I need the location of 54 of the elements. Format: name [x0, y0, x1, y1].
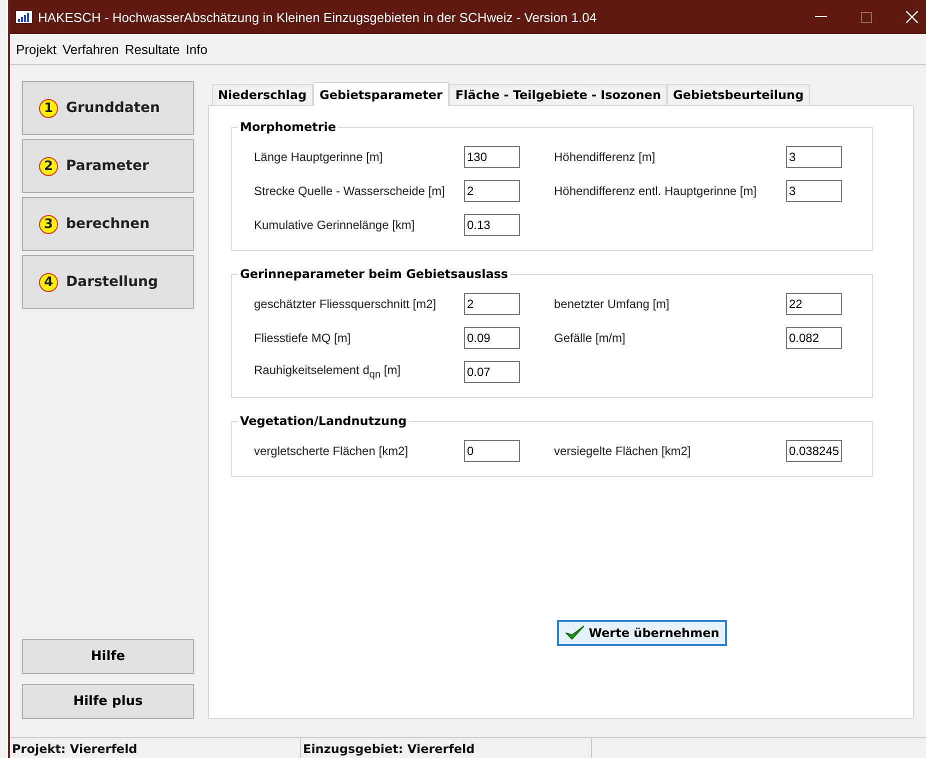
help-button[interactable]: Hilfe plus	[22, 684, 194, 719]
field-label: Höhendifferenz entl. Hauptgerinne [m]	[554, 184, 758, 198]
menu-item[interactable]: Info	[186, 42, 208, 56]
group-title: Morphometrie	[239, 120, 338, 134]
step-button[interactable]: 3 berechnen	[22, 197, 194, 251]
step-number-badge: 2	[39, 156, 58, 176]
input-field[interactable]: 3	[786, 146, 842, 168]
input-field[interactable]: 0.07	[464, 361, 520, 383]
field-label: Länge Hauptgerinne [m]	[254, 150, 384, 164]
maximize-icon[interactable]	[861, 12, 872, 22]
input-field[interactable]: 0.038245	[786, 440, 842, 462]
input-field[interactable]: 130	[464, 146, 520, 168]
input-field[interactable]: 2	[464, 180, 520, 202]
status-text: Einzugsgebiet: Viererfeld	[301, 738, 592, 758]
field-label: Kumulative Gerinnelänge [km]	[254, 218, 416, 232]
field-label: Rauhigkeitselement d$_{qn}$ [m]	[254, 363, 402, 381]
input-field[interactable]: 3	[786, 180, 842, 202]
step-button[interactable]: 2 Parameter	[22, 139, 194, 193]
group-title: Vegetation/Landnutzung	[239, 414, 408, 428]
field-label: Strecke Quelle - Wasserscheide [m]	[254, 184, 446, 198]
field-label: Höhendifferenz [m]	[554, 150, 656, 164]
bar-chart-icon	[16, 11, 32, 23]
help-button[interactable]: Hilfe	[22, 639, 194, 674]
tab[interactable]: Gebietsbeurteilung	[667, 84, 810, 105]
apply-button[interactable]: Werte übernehmen	[556, 620, 728, 646]
checkmark-icon	[564, 625, 585, 641]
field-label: versiegelte Flächen [km2]	[554, 444, 692, 458]
status-text: Projekt: Viererfeld	[10, 738, 301, 758]
field-label: Gefälle [m/m]	[554, 331, 626, 345]
input-field[interactable]: 2	[464, 293, 520, 315]
minimize-icon[interactable]	[815, 16, 827, 18]
field-label: vergletscherte Flächen [km2]	[254, 444, 410, 458]
input-field[interactable]: 0.082	[786, 327, 842, 349]
group-title: Gerinneparameter beim Gebietsauslass	[239, 267, 510, 281]
close-icon[interactable]	[906, 11, 918, 23]
step-number-badge: 4	[39, 272, 58, 292]
tab[interactable]: Fläche - Teilgebiete - Isozonen	[449, 84, 667, 105]
field-label: geschätzter Fliessquerschnitt [m2]	[254, 297, 438, 311]
field-label: Fliesstiefe MQ [m]	[254, 331, 352, 345]
menu-item[interactable]: Projekt	[16, 42, 56, 56]
input-field[interactable]: 0.13	[464, 214, 520, 236]
menu-item[interactable]: Resultate	[124, 42, 180, 56]
window-title: HAKESCH - HochwasserAbschätzung in Kleinen Einzugsgebieten in der SCHweiz - Version 1.04	[38, 10, 597, 24]
step-button[interactable]: 4 Darstellung	[22, 255, 194, 309]
step-button[interactable]: 1 Grunddaten	[22, 81, 194, 135]
input-field[interactable]: 0	[464, 440, 520, 462]
input-field[interactable]: 22	[786, 293, 842, 315]
tab[interactable]: Niederschlag	[212, 84, 313, 105]
field-label: benetzter Umfang [m]	[554, 297, 670, 311]
tab[interactable]: Gebietsparameter	[312, 82, 450, 106]
input-field[interactable]: 0.09	[464, 327, 520, 349]
step-number-badge: 3	[39, 214, 58, 234]
step-number-badge: 1	[39, 98, 58, 118]
menu-item[interactable]: Verfahren	[62, 42, 119, 56]
